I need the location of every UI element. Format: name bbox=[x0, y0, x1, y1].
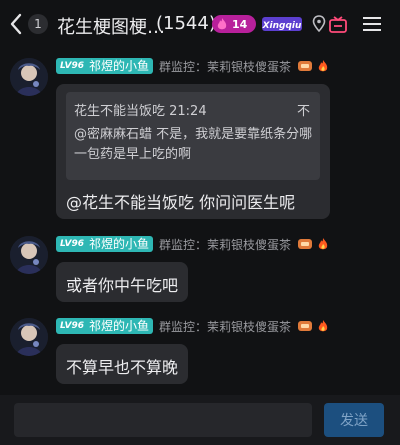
message-text: 或者你中午吃吧 bbox=[66, 276, 179, 295]
level-badge: LV96 bbox=[56, 58, 87, 74]
sender-nickname[interactable]: 祁煜的小鱼 bbox=[87, 318, 154, 334]
sender-nickname[interactable]: 祁煜的小鱼 bbox=[87, 236, 154, 252]
fire-level: 14 bbox=[232, 17, 248, 31]
flame-icon bbox=[217, 18, 227, 30]
quote-mark: 不 bbox=[296, 104, 310, 119]
message-bubble[interactable]: 不算早也不算晚 bbox=[56, 344, 188, 384]
quote-header: 花生不能当饭吃 21:24 bbox=[74, 104, 207, 119]
level-badge: LV96 bbox=[56, 236, 87, 252]
level-badge: LV96 bbox=[56, 318, 87, 334]
menu-icon[interactable] bbox=[362, 16, 382, 32]
game-logo-text: Xingqiu bbox=[262, 21, 302, 31]
badge-icon bbox=[298, 61, 313, 71]
message-bubble[interactable]: 花生不能当饭吃 21:24 不 @密麻麻石蜡 不是，我就是要靠纸条分哪一包药是早… bbox=[56, 84, 330, 219]
back-icon[interactable] bbox=[8, 12, 24, 36]
game-logo[interactable]: Xingqiu bbox=[261, 14, 303, 34]
sender-nickname[interactable]: 祁煜的小鱼 bbox=[87, 58, 154, 74]
sender-info: LV96 祁煜的小鱼 群监控：茉莉银枝傻蛋茶 bbox=[56, 235, 329, 253]
message-input[interactable] bbox=[14, 403, 312, 437]
sender-info: LV96 祁煜的小鱼 群监控：茉莉银枝傻蛋茶 bbox=[56, 57, 329, 75]
message-input-bar: 发送 bbox=[0, 395, 400, 445]
quote-body: @密麻麻石蜡 不是，我就是要靠纸条分哪一包药是早上吃的啊 bbox=[74, 127, 313, 162]
flame-icon bbox=[318, 60, 328, 72]
pin-icon[interactable] bbox=[312, 15, 326, 33]
group-role: 群监控：茉莉银枝傻蛋茶 bbox=[159, 319, 292, 334]
message-bubble[interactable]: 或者你中午吃吧 bbox=[56, 262, 188, 302]
flame-icon bbox=[318, 238, 328, 250]
send-button[interactable]: 发送 bbox=[324, 403, 384, 437]
badge-icon bbox=[298, 239, 313, 249]
avatar[interactable] bbox=[10, 58, 48, 96]
avatar[interactable] bbox=[10, 236, 48, 274]
group-title[interactable]: 花生梗图梗… bbox=[57, 13, 165, 39]
avatar-image bbox=[10, 58, 48, 96]
unread-count-badge[interactable]: 1 bbox=[28, 14, 48, 34]
message-text: @花生不能当饭吃 你问问医生呢 bbox=[66, 193, 296, 212]
sender-info: LV96 祁煜的小鱼 群监控：茉莉银枝傻蛋茶 bbox=[56, 317, 329, 335]
message-text: 不算早也不算晚 bbox=[66, 358, 179, 377]
chat-header: 1 花生梗图梗… (1544) 14 Xingqiu bbox=[0, 0, 400, 46]
avatar-image bbox=[10, 318, 48, 356]
group-fire-badge[interactable]: 14 bbox=[212, 15, 256, 33]
quoted-message[interactable]: 花生不能当饭吃 21:24 不 @密麻麻石蜡 不是，我就是要靠纸条分哪一包药是早… bbox=[66, 92, 320, 180]
flame-icon bbox=[318, 320, 328, 332]
avatar[interactable] bbox=[10, 318, 48, 356]
group-role: 群监控：茉莉银枝傻蛋茶 bbox=[159, 237, 292, 252]
badge-icon bbox=[298, 321, 313, 331]
member-count[interactable]: (1544) bbox=[156, 13, 216, 34]
group-role: 群监控：茉莉银枝傻蛋茶 bbox=[159, 59, 292, 74]
avatar-image bbox=[10, 236, 48, 274]
gift-icon[interactable] bbox=[328, 14, 348, 34]
